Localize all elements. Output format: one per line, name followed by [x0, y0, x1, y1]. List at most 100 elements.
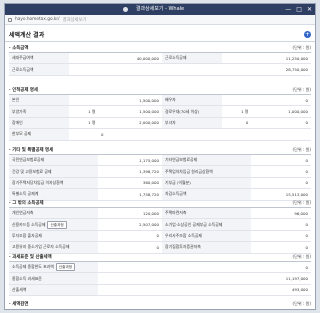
cell-count: 1 명	[88, 119, 96, 125]
cell-label: 신용카드등 소득공제 산출과정	[9, 219, 99, 230]
cell-label: 본인	[9, 95, 69, 106]
cell-value: 1,000,000	[288, 109, 308, 115]
cell-label: 기부금 (이월분)	[161, 177, 252, 189]
section-other-deduction: · 그 밖의 소득공제 (단위 : 원) 개인연금저축 120,000 주택마련저…	[9, 199, 311, 254]
zoom-plus-button[interactable]: +	[304, 30, 311, 38]
table-row: 부양가족 1 명 1,500,000 경로우대(70세 이상) 1 명 1,00…	[9, 106, 311, 118]
cell-label: 차감소득금액	[161, 189, 252, 200]
cell-label: 소기업·소상공인 공제부금 소득공제	[161, 219, 252, 230]
cell-label: 개인연금저축	[9, 208, 99, 219]
address-bar[interactable]: hayo.hometax.go.kr/ 결과상세보기	[5, 15, 315, 25]
cell-count: 1 명	[88, 108, 96, 114]
section-title: · 소득금액	[9, 46, 29, 51]
cell-value: 96,000	[294, 210, 308, 216]
table-row: 고용유지 중소기업 근로자 소득공제 0 장기집합투자증권저축 0	[9, 242, 311, 254]
section-title: · 세액감면	[9, 302, 29, 307]
cell-label: 특별소득 공제계	[9, 189, 99, 200]
table-row: 장기주택저당차입금 이자상환액 360,000 기부금 (이월분) 0	[9, 177, 311, 190]
calc-process-button[interactable]: 산출과정	[47, 220, 67, 229]
cell-count: 0	[245, 120, 249, 126]
table-row: 한부모 공제 0	[9, 129, 311, 141]
cell-label: 고용유지 중소기업 근로자 소득공제	[9, 242, 99, 253]
cell-value: 1,500,000	[139, 109, 159, 115]
cell-value: 0	[305, 222, 308, 228]
cell-value: 40,000,000	[136, 55, 159, 61]
cell-label: 우리사주조합 소득공제	[161, 230, 252, 242]
table-row: 근로소득금액 28,750,000	[9, 64, 311, 76]
cell-value: 1,175,000	[139, 157, 159, 163]
window-title: 결과상세보기 - Whale	[135, 6, 185, 12]
cell-label-text: 신용카드등 소득공제	[12, 221, 46, 227]
table-row: 장애인 1 명 2,000,000 부녀자 0 0	[9, 117, 311, 130]
table-row: 국민연금보험료공제 1,175,000 기타연금보험료공제 0	[9, 155, 311, 167]
cell-value: 1,758,720	[139, 191, 159, 197]
table-row: 개인연금저축 120,000 주택마련저축 96,000	[9, 208, 311, 220]
cell-label: 근로소득공제	[161, 53, 222, 64]
cell-label: 주택마련저축	[161, 208, 252, 219]
cell-value: 0	[305, 169, 308, 175]
cell-label: 세대주급여액	[9, 53, 69, 64]
table-row: 본인 1,500,000 배우자 0	[9, 95, 311, 107]
browser-window: 결과상세보기 - Whale — □ ✕ hayo.hometax.go.kr/…	[4, 3, 316, 310]
table-row: 신용카드등 소득공제 산출과정 2,507,000 소기업·소상공인 공제부금 소…	[9, 219, 311, 231]
cell-label: 종합소득 과세표준	[9, 273, 99, 284]
calc-process-button[interactable]: 산출과정	[55, 263, 76, 272]
page-header: 세액계산 결과 +	[5, 27, 315, 42]
cell-label: 기타연금보험료공제	[161, 155, 252, 166]
cell-label: 부양가족	[9, 106, 69, 117]
section-special-deduction: · 기타 및 특별공제 명세 (단위 : 원) 국민연금보험료공제 1,175,0…	[9, 146, 311, 201]
minimize-button[interactable]: —	[285, 4, 291, 15]
cell-label: 한부모 공제	[9, 129, 69, 140]
section-tax-base: · 과세표준 및 산출세액 (단위 : 원) 소득공제 종합한도 초과액 산출과정 …	[9, 253, 311, 297]
cell-label: 투자조합 출자공제	[9, 230, 99, 242]
cell-label: 소득공제 종합한도 초과액 산출과정	[9, 262, 99, 273]
cell-label: 배우자	[161, 95, 222, 106]
cell-value: 0	[305, 180, 308, 186]
cell-count: 1 명	[241, 108, 249, 114]
cell-label: 경로우대(70세 이상)	[161, 106, 222, 117]
unit-label: (단위 : 원)	[292, 147, 311, 152]
cell-value: 0	[305, 233, 308, 239]
cell-value: 0	[305, 120, 308, 126]
cell-value: 28,750,000	[285, 67, 308, 73]
cell-value: 1,500,000	[139, 97, 159, 103]
unit-label: (단위 : 원)	[292, 200, 311, 205]
section-title: · 기타 및 특별공제 명세	[9, 148, 54, 153]
page-title: 세액계산 결과	[9, 31, 45, 39]
cell-value: 120,000	[142, 210, 159, 216]
lock-icon	[8, 17, 12, 22]
table-row: 종합소득 과세표준 11,197,000	[9, 273, 311, 285]
cell-value: 2,000,000	[139, 120, 159, 126]
cell-value: 0	[156, 233, 159, 239]
cell-label: 장기주택저당차입금 이자상환액	[9, 177, 99, 189]
cell-label: 주택임차차입금 원리금상환액	[161, 166, 252, 177]
section-title: · 그 밖의 소득공제	[9, 201, 44, 206]
section-income: · 소득금액 (단위 : 원) 세대주급여액 40,000,000 근로소득공제 …	[9, 44, 311, 76]
close-button[interactable]: ✕	[307, 4, 312, 15]
unit-label: (단위 : 원)	[292, 87, 311, 92]
cell-value: 11,250,000	[285, 55, 308, 61]
unit-label: (단위 : 원)	[292, 254, 311, 259]
maximize-button[interactable]: □	[296, 4, 302, 15]
section-title: · 과세표준 및 산출세액	[9, 255, 52, 260]
cell-label: 국민연금보험료공제	[9, 155, 99, 166]
address-url: hayo.hometax.go.kr/	[15, 17, 60, 22]
cell-value: 0	[101, 131, 104, 137]
cell-value: 360,000	[142, 180, 159, 186]
cell-label: 부녀자	[161, 117, 222, 129]
address-page-title: 결과상세보기	[62, 17, 87, 23]
section-title: · 인적공제 명세	[9, 88, 38, 93]
cell-label-text: 소득공제 종합한도 초과액	[12, 264, 54, 270]
table-row: 건강 및 고용보험료 공제 1,398,720 주택임차차입금 원리금상환액 0	[9, 166, 311, 178]
cell-value: 2,507,000	[139, 222, 159, 228]
section-personal-deduction: · 인적공제 명세 (단위 : 원) 본인 1,500,000 배우자 0 부양가…	[9, 86, 311, 141]
cell-value: 0	[305, 97, 308, 103]
cell-label: 장기집합투자증권저축	[161, 242, 252, 253]
cell-value: 11,197,000	[285, 276, 308, 282]
cell-label: 산출세액	[9, 284, 99, 296]
unit-label: (단위 : 원)	[292, 301, 311, 306]
table-row: 투자조합 출자공제 0 우리사주조합 소득공제 0	[9, 230, 311, 243]
cell-value: 0	[305, 157, 308, 163]
cell-label: 장애인	[9, 117, 69, 129]
title-bar: 결과상세보기 - Whale — □ ✕	[5, 4, 315, 15]
